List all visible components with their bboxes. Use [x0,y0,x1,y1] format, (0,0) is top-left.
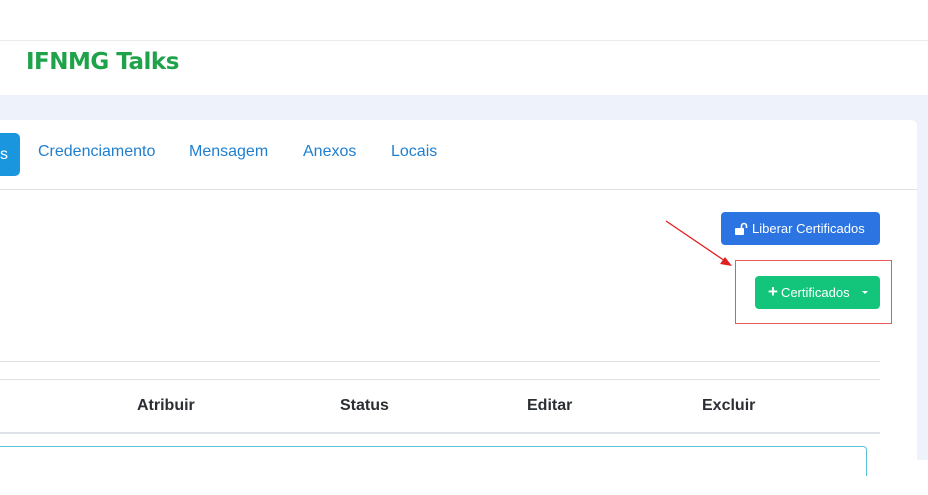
tab-anexos[interactable]: Anexos [303,143,356,161]
table-header-top-border [0,379,880,380]
annotation-arrow-icon [665,220,732,266]
plus-icon: + [768,282,778,301]
info-panel [0,446,867,476]
tab-locais[interactable]: Locais [391,143,437,161]
tab-credenciamento[interactable]: Credenciamento [38,143,155,161]
certificados-dropdown-button[interactable]: + Certificados [755,276,880,309]
topbar-divider [0,40,928,41]
caret-down-icon [861,291,868,294]
tabs-divider [0,189,917,190]
tab-active[interactable]: s [0,133,20,176]
table-top-divider [0,361,880,362]
tab-mensagem[interactable]: Mensagem [189,143,268,161]
brand-title[interactable]: IFNMG Talks [26,49,179,75]
column-header-editar: Editar [527,397,573,414]
column-header-excluir: Excluir [702,397,756,414]
liberar-certificados-label: Liberar Certificados [752,221,865,236]
liberar-certificados-button[interactable]: Liberar Certificados [721,212,880,245]
certificados-label: Certificados [780,285,850,300]
table-header-bottom-border [0,432,880,434]
column-header-atribuir: Atribuir [137,397,195,414]
column-header-status: Status [340,397,389,414]
